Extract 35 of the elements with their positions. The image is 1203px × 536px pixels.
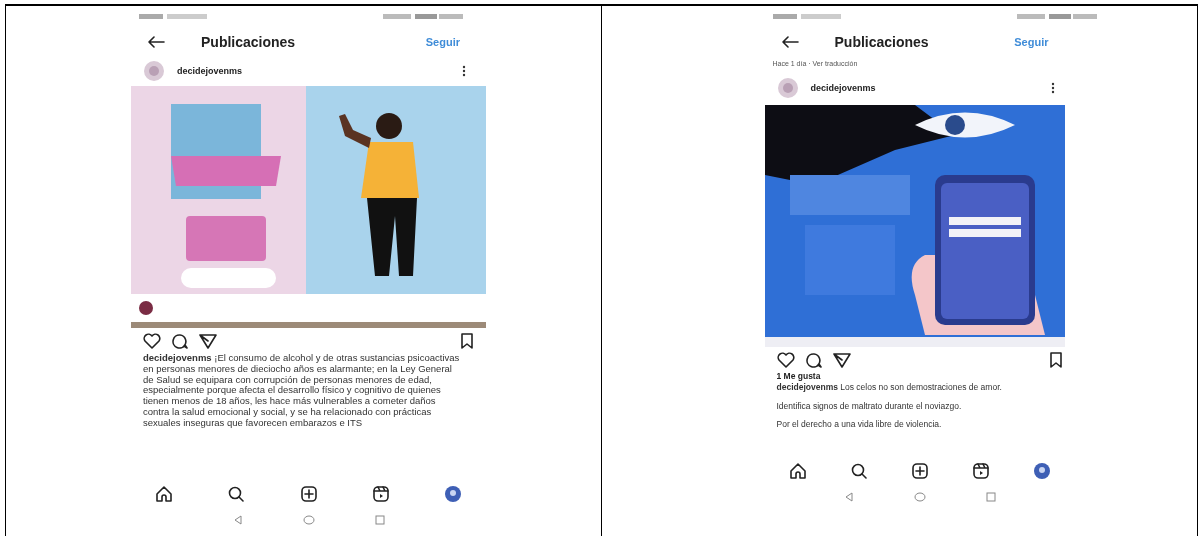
- home-button-icon[interactable]: [913, 492, 926, 502]
- comment-icon[interactable]: [171, 333, 189, 349]
- back-icon[interactable]: [147, 36, 165, 48]
- add-icon[interactable]: [910, 462, 929, 480]
- home-icon[interactable]: [155, 485, 173, 503]
- heart-icon[interactable]: [143, 333, 161, 349]
- caption-text: decidejovenms Los celos no son demostraciones de amor.: [776, 382, 1003, 393]
- comment-icon[interactable]: [804, 352, 823, 368]
- back-icon[interactable]: [780, 36, 799, 48]
- add-icon[interactable]: [299, 485, 318, 503]
- more-icon[interactable]: [462, 65, 466, 77]
- caption-text: Por el derecho a una vida libre de violencia.: [776, 419, 943, 430]
- follow-link[interactable]: Seguir: [425, 36, 476, 48]
- caption-text: decidejovenms ¡El consumo de alcohol y de otras sustancias psicoactivas en personas menores de dieciocho años es alarmante; en la Ley General de Salud se equipara con corrupción de personas menores de edad, especialmente porque afecta el desarrollo físico y cognitivo de quienes tienen menos de 18 años, les hace más vulnerables a cometer daños contra la salud emocional y social, y se ha relacionado con prácticas sexuales inseguras que favorecen embarazos e ITS: [143, 353, 460, 429]
- heart-icon[interactable]: [776, 352, 795, 368]
- reels-icon[interactable]: [971, 462, 990, 480]
- username[interactable]: decidejovenms: [810, 83, 1051, 93]
- reels-icon[interactable]: [371, 485, 390, 503]
- page-title: Publicaciones: [201, 34, 297, 50]
- more-icon[interactable]: [1050, 82, 1055, 94]
- bookmark-icon[interactable]: [460, 333, 474, 349]
- search-icon[interactable]: [227, 485, 246, 503]
- page-title: Publicaciones: [834, 34, 930, 50]
- profile-icon[interactable]: [1032, 462, 1051, 480]
- profile-icon[interactable]: [444, 485, 462, 503]
- bookmark-icon[interactable]: [1048, 352, 1063, 368]
- username[interactable]: decidejovenms: [177, 66, 462, 76]
- send-icon[interactable]: [199, 333, 217, 349]
- home-button-icon[interactable]: [302, 515, 315, 525]
- like-count: 1 Me gusta: [775, 370, 822, 381]
- caption-text: Identifica signos de maltrato durante el noviazgo.: [776, 400, 963, 411]
- follow-link[interactable]: Seguir: [1014, 36, 1065, 48]
- search-icon[interactable]: [849, 462, 868, 480]
- send-icon[interactable]: [832, 352, 851, 368]
- home-icon[interactable]: [788, 462, 807, 480]
